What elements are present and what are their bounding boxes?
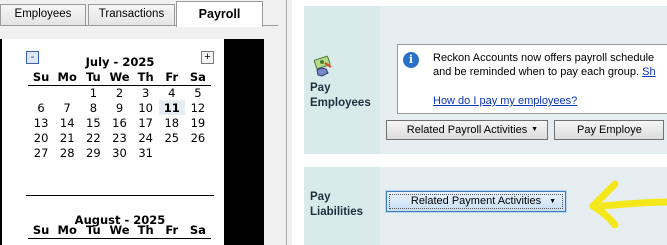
calendar-day[interactable]: 27 <box>28 145 54 160</box>
info-line: Reckon Accounts now offers payroll sched… <box>433 52 655 64</box>
weekday-label: We <box>106 70 133 86</box>
calendar-month-divider <box>26 195 214 196</box>
calendar-week-row: 6 7 8 9 10 11 12 <box>28 100 211 115</box>
calendar-day[interactable]: 3 <box>133 85 159 100</box>
pay-liabilities-label: Pay Liabilities <box>310 190 363 220</box>
calendar-day[interactable]: 8 <box>80 100 106 115</box>
calendar-empty-cell <box>54 85 80 100</box>
label-line: Pay <box>310 82 331 94</box>
calendar-day[interactable]: 24 <box>133 130 159 145</box>
calendar-day[interactable]: 20 <box>28 130 54 145</box>
tab-employees[interactable]: Employees <box>0 4 86 25</box>
focus-ring <box>389 194 563 209</box>
calendar-day[interactable]: 26 <box>185 130 211 145</box>
calendar-frame: - July - 2025 + Su Mo Tu We Th Fr Sa 1 2 3 4 5 6 7 8 9 1… <box>0 39 264 245</box>
weekday-label: Sa <box>184 223 211 239</box>
calendar-day[interactable]: 11 <box>158 100 185 115</box>
weekday-label: Fr <box>158 223 185 239</box>
info-text: Reckon Accounts now offers payroll sched… <box>433 51 667 79</box>
info-line: and be reminded when to pay each group. … <box>433 65 667 79</box>
pay-employees-icon <box>313 55 332 77</box>
section-label-column: Pay Employees <box>304 6 380 154</box>
calendar-day[interactable]: 31 <box>133 145 159 160</box>
calendar-day[interactable]: 10 <box>133 100 159 115</box>
calendar-empty-cell <box>159 145 185 160</box>
weekday-label: Tu <box>80 70 107 86</box>
calendar-day[interactable]: 23 <box>106 130 132 145</box>
related-payment-activities-button[interactable]: Related Payment Activities ▼ <box>386 191 566 212</box>
calendar-day[interactable]: 29 <box>80 145 106 160</box>
weekday-header-row: Su Mo Tu We Th Fr Sa <box>28 223 211 239</box>
calendar-day[interactable]: 6 <box>28 100 54 115</box>
dropdown-arrow-icon: ▼ <box>549 198 556 205</box>
calendar-grid: Su Mo Tu We Th Fr Sa 1 2 3 4 5 6 7 8 9 10 11 12 13 14 15 16 17 1… <box>28 70 211 160</box>
dropdown-arrow-icon: ▼ <box>531 126 538 133</box>
weekday-label: Sa <box>184 70 211 86</box>
weekday-label: Th <box>132 70 159 86</box>
button-label: Related Payroll Activities <box>406 124 528 136</box>
calendar-day[interactable]: 15 <box>80 115 106 130</box>
calendar-week-row: 12345 <box>28 85 211 100</box>
pay-employees-button[interactable]: Pay Employe <box>554 120 664 140</box>
weekday-label: We <box>106 223 133 239</box>
left-pane: Employees Transactions Payroll - July - … <box>0 0 278 245</box>
calendar-empty-cell <box>28 85 54 100</box>
tab-transactions[interactable]: Transactions <box>88 4 175 25</box>
weekday-header-row: Su Mo Tu We Th Fr Sa <box>28 70 211 86</box>
help-pay-employees-link[interactable]: How do I pay my employees? <box>433 95 577 107</box>
calendar-week-row: 13 14 15 16 17 18 19 <box>28 115 211 130</box>
calendar-day[interactable]: 14 <box>54 115 80 130</box>
label-line: Pay <box>310 191 331 203</box>
calendar-day[interactable]: 13 <box>28 115 54 130</box>
calendar-day[interactable]: 12 <box>185 100 211 115</box>
weekday-label: Fr <box>158 70 185 86</box>
payroll-info-box: i Reckon Accounts now offers payroll sch… <box>397 44 667 114</box>
calendar-day[interactable]: 17 <box>133 115 159 130</box>
weekday-label: Mo <box>54 70 81 86</box>
label-line: Liabilities <box>310 206 364 218</box>
calendar-day[interactable]: 19 <box>185 115 211 130</box>
calendar-day[interactable]: 16 <box>106 115 132 130</box>
calendar-day[interactable]: 4 <box>159 85 185 100</box>
splitter-line <box>286 0 287 245</box>
weekday-label: Su <box>28 70 55 86</box>
info-line-text: and be reminded when to pay each group. <box>433 66 640 78</box>
label-line: Employees <box>310 97 371 109</box>
weekday-label: Th <box>132 223 159 239</box>
calendar-prev-button[interactable]: - <box>26 51 39 64</box>
weekday-label: Mo <box>54 223 81 239</box>
calendar-day[interactable]: 22 <box>80 130 106 145</box>
weekday-label: Su <box>28 223 55 239</box>
splitter[interactable] <box>278 0 292 245</box>
calendar-day[interactable]: 9 <box>106 100 132 115</box>
calendar-grid: Su Mo Tu We Th Fr Sa <box>28 223 211 239</box>
calendar-empty-cell <box>185 145 211 160</box>
weekday-label: Tu <box>80 223 107 239</box>
section-label-column: Pay Liabilities <box>304 167 380 245</box>
calendar-day[interactable]: 30 <box>106 145 132 160</box>
calendar-day[interactable]: 28 <box>54 145 80 160</box>
annotation-arrow-icon <box>589 180 667 228</box>
month-title: July - 2025 <box>85 55 155 69</box>
calendar-panel: - July - 2025 + Su Mo Tu We Th Fr Sa 1 2 3 4 5 6 7 8 9 1… <box>2 39 224 245</box>
tab-payroll[interactable]: Payroll <box>176 1 263 27</box>
calendar-day[interactable]: 18 <box>159 115 185 130</box>
calendar-next-button[interactable]: + <box>201 51 214 64</box>
related-payroll-activities-button[interactable]: Related Payroll Activities ▼ <box>386 120 548 140</box>
calendar-day[interactable]: 2 <box>106 85 132 100</box>
pay-employees-label: Pay Employees <box>310 81 371 111</box>
calendar-week-row: 27 28 29 30 31 <box>28 145 211 160</box>
calendar-week-row: 20 21 22 23 24 25 26 <box>28 130 211 145</box>
show-schedules-link[interactable]: Sh <box>642 66 655 78</box>
calendar-day[interactable]: 7 <box>54 100 80 115</box>
calendar-day[interactable]: 1 <box>80 85 106 100</box>
calendar-day[interactable]: 5 <box>185 85 211 100</box>
calendar-day[interactable]: 21 <box>54 130 80 145</box>
info-icon: i <box>403 52 419 68</box>
tab-bar: Employees Transactions Payroll <box>0 0 278 27</box>
calendar-day[interactable]: 25 <box>159 130 185 145</box>
